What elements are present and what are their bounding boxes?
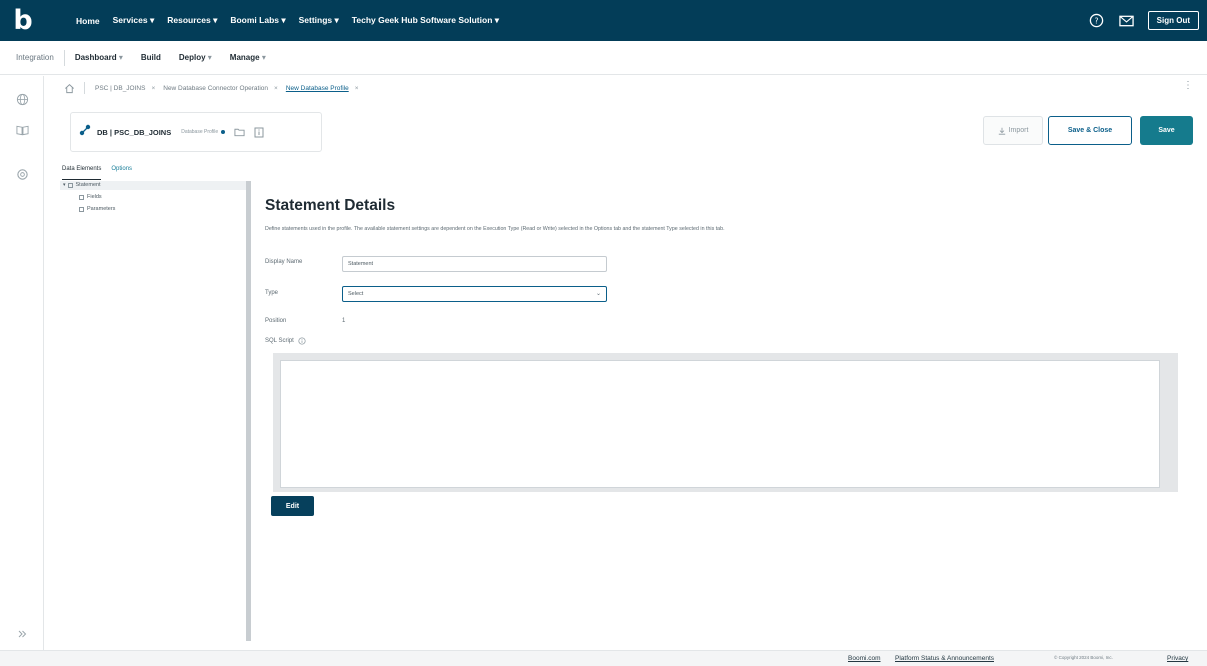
subnav-dashboard-label: Dashboard [74, 53, 117, 62]
boomi-logo[interactable]: b [0, 0, 46, 41]
info-icon[interactable] [253, 126, 265, 138]
checkbox-icon[interactable] [79, 206, 84, 212]
divider [63, 49, 65, 66]
panel-splitter[interactable] [246, 181, 251, 641]
save-and-close-button[interactable]: Save & Close [1048, 116, 1132, 145]
chevron-down-icon: ▾ [63, 182, 66, 188]
breadcrumb-item[interactable]: New Database Connector Operation [163, 85, 268, 92]
status-dot [221, 130, 226, 134]
home-icon[interactable] [62, 81, 76, 95]
integration-label[interactable]: Integration [16, 53, 54, 62]
subnav-manage[interactable]: Manage ▾ [230, 53, 266, 62]
type-label: Type [265, 290, 279, 296]
sign-out-button[interactable]: Sign Out [1147, 11, 1199, 30]
import-button[interactable]: Import [983, 116, 1043, 145]
save-button[interactable]: Save [1140, 116, 1193, 145]
left-rail [0, 76, 44, 650]
tree-tabs: Data Elements Options [62, 166, 142, 180]
close-icon[interactable]: × [151, 85, 155, 92]
info-icon[interactable] [298, 337, 306, 345]
sql-script-editor[interactable] [280, 360, 1160, 488]
subnav-dashboard[interactable]: Dashboard ▾ [75, 53, 123, 62]
chevron-down-icon: ▾ [118, 53, 123, 62]
component-header: DB | PSC_DB_JOINS Database Profile [70, 112, 322, 152]
tree-node-label: Parameters [87, 206, 116, 212]
page-description: Define statements used in the profile. T… [265, 226, 725, 232]
nav-boomi-labs[interactable]: Boomi Labs ▾ [230, 15, 285, 26]
tree-node-statement[interactable]: ▾ Statement [63, 182, 101, 188]
chevron-down-icon: ▾ [261, 53, 266, 62]
chevron-down-icon: ⌄ [595, 291, 601, 297]
type-select-value: Select [348, 291, 364, 297]
sub-navigation-bar: Integration Dashboard ▾ Build Deploy ▾ M… [0, 41, 1207, 75]
type-select[interactable]: Select ⌄ [342, 286, 607, 302]
subnav-deploy[interactable]: Deploy ▾ [179, 53, 212, 62]
position-label: Position [265, 318, 287, 324]
divider [84, 82, 85, 94]
footer: Boomi.com Platform Status & Announcement… [0, 650, 1207, 666]
help-circle-icon[interactable]: ? [1088, 12, 1106, 30]
close-icon[interactable]: × [274, 85, 278, 92]
svg-text:?: ? [1095, 16, 1099, 25]
display-name-value: Statement [348, 261, 374, 267]
edit-button[interactable]: Edit [271, 496, 314, 516]
envelope-icon[interactable] [1118, 12, 1136, 30]
book-icon[interactable] [14, 122, 30, 138]
breadcrumb-item-active[interactable]: New Database Profile [286, 85, 349, 92]
display-name-input[interactable]: Statement [342, 256, 607, 272]
top-navigation-bar: b Home Services ▾ Resources ▾ Boomi Labs… [0, 0, 1207, 41]
checkbox-icon[interactable] [79, 194, 84, 200]
close-icon[interactable]: × [355, 85, 359, 92]
nav-settings[interactable]: Settings ▾ [299, 15, 339, 26]
sql-script-label-row: SQL Script [265, 337, 306, 345]
copyright-text: © Copyright 2024 Boomi, Inc. [1054, 655, 1113, 660]
tab-data-elements[interactable]: Data Elements [62, 166, 102, 180]
folder-icon[interactable] [233, 126, 245, 138]
privacy-link[interactable]: Privacy [1167, 655, 1188, 662]
breadcrumb: PSC | DB_JOINS × New Database Connector … [62, 78, 367, 98]
boomi-link[interactable]: Boomi.com [848, 655, 881, 662]
component-title: DB | PSC_DB_JOINS [97, 127, 172, 137]
nav-resources[interactable]: Resources ▾ [167, 15, 217, 26]
globe-icon[interactable] [14, 91, 30, 107]
nav-home[interactable]: Home [76, 16, 100, 26]
component-type: Database Profile [181, 129, 219, 135]
sql-script-label: SQL Script [265, 338, 294, 344]
chevron-down-icon: ▾ [207, 53, 212, 62]
display-name-label: Display Name [265, 259, 303, 265]
subnav-build[interactable]: Build [141, 53, 161, 62]
tree-node-label: Statement [75, 182, 101, 188]
settings-icon[interactable] [14, 166, 30, 182]
nav-account[interactable]: Techy Geek Hub Software Solution ▾ [352, 15, 499, 26]
breadcrumb-item[interactable]: PSC | DB_JOINS [95, 85, 145, 92]
tree-node-label: Fields [87, 194, 102, 200]
subnav-deploy-label: Deploy [178, 53, 206, 62]
nav-services[interactable]: Services ▾ [113, 15, 155, 26]
page-title: Statement Details [265, 197, 396, 214]
import-label: Import [1008, 127, 1029, 134]
database-connector-icon [79, 123, 91, 141]
position-value: 1 [342, 318, 346, 324]
tree-node-parameters[interactable]: Parameters [79, 206, 115, 212]
checkbox-icon[interactable] [67, 182, 73, 188]
download-icon [998, 127, 1005, 135]
collapse-icon[interactable] [14, 626, 30, 642]
platform-status-link[interactable]: Platform Status & Announcements [895, 655, 994, 662]
subnav-manage-label: Manage [229, 53, 260, 62]
more-options-icon[interactable]: ⋮ [1183, 80, 1193, 91]
tree-node-fields[interactable]: Fields [79, 194, 102, 200]
main-menu: Home Services ▾ Resources ▾ Boomi Labs ▾… [46, 0, 499, 41]
tab-options[interactable]: Options [111, 166, 132, 180]
